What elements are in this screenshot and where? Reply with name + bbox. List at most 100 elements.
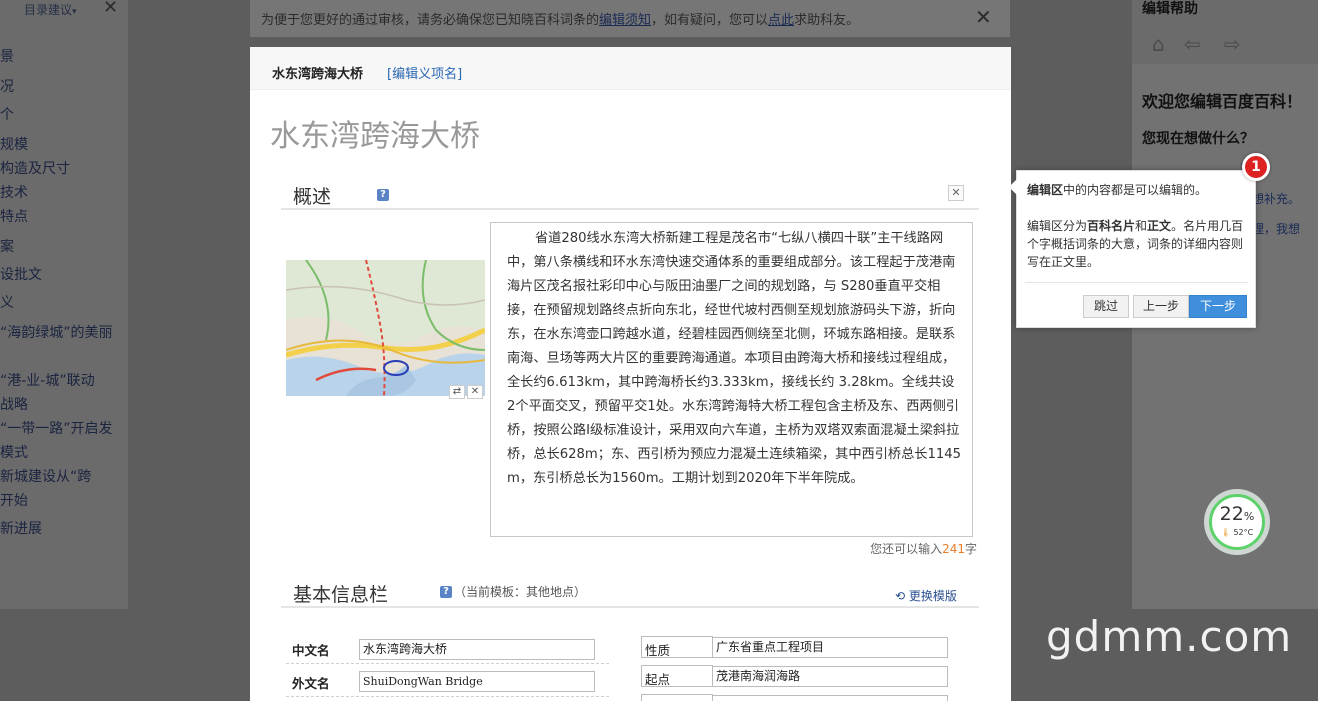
- cpu-monitor-widget[interactable]: 22% 🌡 52°C: [1204, 489, 1270, 555]
- help-icon[interactable]: ?: [377, 189, 389, 201]
- toc-item[interactable]: 规模: [0, 134, 28, 154]
- notice-mid: ，如有疑问，您可以: [651, 13, 769, 28]
- summary-editor[interactable]: 省道280线水东湾大桥新建工程是茂名市“七纵八横四十联”主干线路网中，第八条横线…: [490, 222, 973, 537]
- close-icon[interactable]: ✕: [467, 385, 483, 399]
- field-label: 外文名: [292, 676, 330, 691]
- toc-item[interactable]: “一带一路”开启发: [0, 418, 113, 438]
- notice-suffix: 求助科友。: [794, 13, 860, 28]
- field-label-box: [641, 694, 713, 701]
- field-label-box: [641, 636, 713, 658]
- field-input[interactable]: ShuiDongWan Bridge: [359, 671, 595, 692]
- next-step-button[interactable]: 下一步: [1189, 295, 1247, 318]
- modal-header: 水东湾跨海大桥 [编辑义项名]: [250, 47, 1011, 90]
- cpu-percent-unit: %: [1243, 510, 1255, 523]
- map-image[interactable]: [286, 260, 485, 396]
- tooltip-arrow: [1009, 179, 1017, 195]
- char-count: 您还可以输入241字: [850, 540, 977, 557]
- tooltip-divider: [1025, 282, 1248, 283]
- edit-entry-name-link[interactable]: [编辑义项名]: [387, 63, 462, 82]
- toc-item[interactable]: 新城建设从“跨: [0, 466, 91, 486]
- map-controls: ⇄ ✕: [449, 385, 485, 399]
- toc-item[interactable]: 新进展: [0, 518, 42, 538]
- close-icon[interactable]: ✕: [103, 0, 118, 18]
- row-divider: [286, 696, 609, 697]
- tooltip-text: 中的内容都是可以编辑的。: [1063, 183, 1208, 197]
- toc-suggest-label: 目录建议: [24, 3, 73, 17]
- cpu-temp: 🌡 52°C: [1212, 528, 1262, 537]
- cpu-percent: 22%: [1212, 503, 1262, 525]
- help-link[interactable]: 点此: [768, 13, 794, 28]
- toc-item[interactable]: 特点: [0, 206, 28, 226]
- toc-item[interactable]: 义: [0, 292, 14, 312]
- help-icon[interactable]: ?: [440, 586, 452, 598]
- toc-item[interactable]: 况: [0, 76, 14, 96]
- toc-item[interactable]: 构造及尺寸: [0, 158, 70, 178]
- field-label: 中文名: [292, 643, 330, 658]
- skip-button[interactable]: 跳过: [1083, 295, 1129, 318]
- back-arrow-icon[interactable]: ⇦: [1184, 32, 1201, 56]
- notice-text: 为便于您更好的通过审核，请务必确保您已知晓百科词条的编辑须知，如有疑问，您可以点…: [261, 9, 859, 28]
- refresh-icon: ⟲: [895, 589, 909, 603]
- toc-item[interactable]: 景: [0, 46, 14, 66]
- watermark: gdmm.com: [1046, 612, 1293, 661]
- toc-header: 目录建议▾ ✕: [0, 0, 128, 20]
- welcome-title: 欢迎您编辑百度百科！: [1142, 92, 1303, 111]
- cpu-percent-value: 22: [1219, 503, 1244, 525]
- question-title: 您现在想做什么？: [1142, 131, 1254, 147]
- tooltip-text-2: 编辑区分为百科名片和正文。名片用几百个字概括词条的大意，词条的详细内容则写在正文…: [1027, 217, 1249, 271]
- field-input[interactable]: 水东湾跨海大桥: [359, 639, 595, 660]
- edit-help-title: 编辑帮助: [1142, 1, 1198, 17]
- step-badge: 1: [1242, 153, 1270, 181]
- notice-prefix: 为便于您更好的通过审核，请务必确保您已知晓百科词条的: [261, 13, 600, 28]
- tooltip-bold: 正文: [1147, 219, 1172, 233]
- row-divider: [286, 663, 609, 664]
- change-template-button[interactable]: ⟲ 更换模版: [895, 587, 957, 604]
- count-prefix: 您还可以输入: [870, 542, 943, 556]
- edit-guide-link[interactable]: 编辑须知: [599, 13, 651, 28]
- toc-sidebar: 目录建议▾ ✕ 景况个规模构造及尺寸技术特点案设批文义 “海韵绿城”的美丽 “港-业…: [0, 0, 128, 609]
- notice-bar: 为便于您更好的通过审核，请务必确保您已知晓百科词条的编辑须知，如有疑问，您可以点…: [250, 0, 1010, 37]
- prev-step-button[interactable]: 上一步: [1133, 295, 1189, 318]
- thermometer-icon: 🌡: [1220, 528, 1231, 537]
- chevron-down-icon: ▾: [72, 7, 77, 17]
- field-label-box: [641, 665, 713, 687]
- toc-suggest-link[interactable]: 目录建议▾: [24, 1, 77, 18]
- summary-heading: 概述: [293, 186, 332, 208]
- toc-item[interactable]: 模式: [0, 442, 28, 462]
- entry-name: 水东湾跨海大桥: [272, 67, 364, 82]
- toc-item[interactable]: “港-业-城”联动: [0, 370, 95, 390]
- tooltip-text: 编辑区分为: [1027, 219, 1088, 233]
- field-input[interactable]: 茂港南海润海路: [712, 666, 948, 687]
- toc-item[interactable]: 案: [0, 236, 14, 256]
- forward-arrow-icon[interactable]: ⇨: [1224, 32, 1241, 56]
- replace-image-icon[interactable]: ⇄: [449, 385, 465, 399]
- toc-item[interactable]: 技术: [0, 182, 28, 202]
- summary-section-header: 概述 ? ✕: [281, 176, 979, 210]
- close-icon[interactable]: ✕: [948, 185, 964, 201]
- help-nav: ⌂ ⇦ ⇨: [1132, 30, 1318, 60]
- field-input[interactable]: [712, 695, 948, 701]
- count-suffix: 字: [964, 542, 977, 556]
- page-title: 水东湾跨海大桥: [270, 119, 480, 154]
- tooltip-bold: 编辑区: [1027, 183, 1064, 197]
- tooltip-text: 和: [1135, 219, 1148, 233]
- toc-item[interactable]: 战略: [0, 394, 28, 414]
- infobox-section-header: 基本信息栏 ? （当前模板：其他地点） ⟲ 更换模版: [281, 574, 979, 608]
- close-icon[interactable]: ✕: [975, 5, 992, 29]
- cpu-temp-value: 52°C: [1233, 528, 1254, 537]
- toc-item[interactable]: “海韵绿城”的美丽: [0, 322, 113, 342]
- tooltip-bold: 百科名片: [1087, 219, 1136, 233]
- tooltip-text-1: 编辑区中的内容都是可以编辑的。: [1027, 181, 1249, 199]
- change-template-label: 更换模版: [908, 589, 957, 603]
- field-input[interactable]: 广东省重点工程项目: [712, 637, 948, 658]
- infobox-heading: 基本信息栏: [293, 584, 389, 606]
- home-icon[interactable]: ⌂: [1152, 32, 1165, 56]
- toc-item[interactable]: 开始: [0, 490, 28, 510]
- template-note: （当前模板：其他地点）: [454, 585, 587, 599]
- guide-tooltip: 编辑区中的内容都是可以编辑的。 编辑区分为百科名片和正文。名片用几百个字概括词条…: [1009, 170, 1256, 328]
- toc-item[interactable]: 个: [0, 104, 14, 124]
- toc-item[interactable]: 设批文: [0, 264, 42, 284]
- map-graphic: [286, 260, 485, 396]
- cpu-gauge: 22% 🌡 52°C: [1209, 494, 1265, 550]
- editor-modal: 水东湾跨海大桥 [编辑义项名] 水东湾跨海大桥 概述 ? ✕ ⇄ ✕ 省道280…: [250, 47, 1011, 701]
